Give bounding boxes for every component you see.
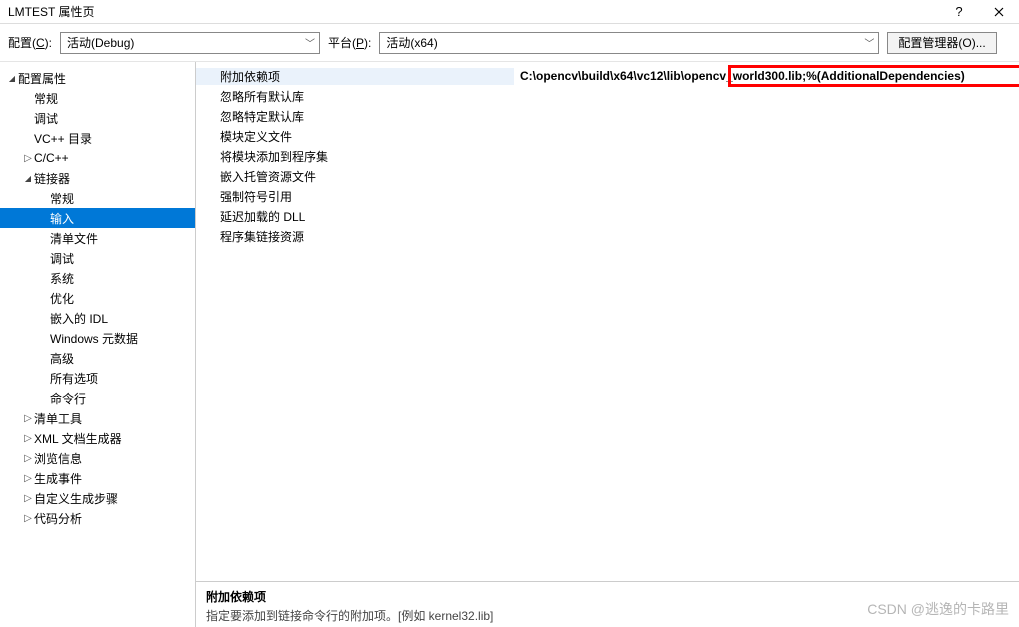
- property-row[interactable]: 忽略特定默认库: [196, 106, 1019, 126]
- config-combo[interactable]: 活动(Debug) ﹀: [60, 32, 320, 54]
- chevron-down-icon: ﹀: [860, 35, 874, 50]
- window-controls: ?: [939, 1, 1019, 23]
- property-grid: 附加依赖项C:\opencv\build\x64\vc12\lib\opencv…: [196, 62, 1019, 581]
- tree-item-label: 链接器: [34, 170, 70, 187]
- close-icon: [994, 7, 1004, 17]
- tree-item[interactable]: ▷自定义生成步骤: [0, 488, 195, 508]
- expand-closed-icon[interactable]: ▷: [22, 153, 34, 164]
- tree-item-label: 清单文件: [50, 230, 98, 247]
- property-label: 忽略特定默认库: [196, 108, 514, 125]
- property-row[interactable]: 附加依赖项C:\opencv\build\x64\vc12\lib\opencv…: [196, 66, 1019, 86]
- tree-item[interactable]: Windows 元数据: [0, 328, 195, 348]
- config-manager-button[interactable]: 配置管理器(O)...: [887, 32, 996, 54]
- config-value: 活动(Debug): [67, 34, 134, 51]
- tree-item[interactable]: 调试: [0, 108, 195, 128]
- tree-item[interactable]: ▷清单工具: [0, 408, 195, 428]
- tree-item[interactable]: 高级: [0, 348, 195, 368]
- tree-item[interactable]: 输入: [0, 208, 195, 228]
- tree-item-label: 输入: [50, 210, 74, 227]
- main-content: ◢配置属性常规调试VC++ 目录▷C/C++◢链接器常规输入清单文件调试系统优化…: [0, 62, 1019, 627]
- tree-item-label: 调试: [34, 110, 58, 127]
- tree-item[interactable]: 命令行: [0, 388, 195, 408]
- property-value[interactable]: C:\opencv\build\x64\vc12\lib\opencv_worl…: [514, 69, 1019, 83]
- expand-open-icon[interactable]: ◢: [6, 74, 18, 83]
- expand-closed-icon[interactable]: ▷: [22, 453, 34, 464]
- window-title: LMTEST 属性页: [8, 3, 94, 20]
- chevron-down-icon: ﹀: [301, 35, 315, 50]
- tree-item-label: 清单工具: [34, 410, 82, 427]
- help-button[interactable]: ?: [939, 1, 979, 23]
- property-row[interactable]: 将模块添加到程序集: [196, 146, 1019, 166]
- tree-item[interactable]: 系统: [0, 268, 195, 288]
- config-label: 配置(C):: [8, 34, 52, 51]
- expand-closed-icon[interactable]: ▷: [22, 413, 34, 424]
- expand-closed-icon[interactable]: ▷: [22, 513, 34, 524]
- tree-item[interactable]: 常规: [0, 88, 195, 108]
- tree-item[interactable]: 清单文件: [0, 228, 195, 248]
- tree-item-label: 所有选项: [50, 370, 98, 387]
- tree-item[interactable]: ▷浏览信息: [0, 448, 195, 468]
- tree-item[interactable]: ▷C/C++: [0, 148, 195, 168]
- property-label: 强制符号引用: [196, 188, 514, 205]
- tree-item-label: 浏览信息: [34, 450, 82, 467]
- tree-item-label: Windows 元数据: [50, 330, 138, 347]
- property-pane: 附加依赖项C:\opencv\build\x64\vc12\lib\opencv…: [196, 62, 1019, 627]
- property-row[interactable]: 忽略所有默认库: [196, 86, 1019, 106]
- tree-item-label: XML 文档生成器: [34, 430, 122, 447]
- tree-item[interactable]: ◢配置属性: [0, 68, 195, 88]
- tree-item[interactable]: 常规: [0, 188, 195, 208]
- tree-item-label: 配置属性: [18, 70, 66, 87]
- expand-closed-icon[interactable]: ▷: [22, 433, 34, 444]
- tree-item-label: C/C++: [34, 151, 69, 165]
- titlebar: LMTEST 属性页 ?: [0, 0, 1019, 24]
- toolbar: 配置(C): 活动(Debug) ﹀ 平台(P): 活动(x64) ﹀ 配置管理…: [0, 24, 1019, 62]
- property-label: 嵌入托管资源文件: [196, 168, 514, 185]
- property-label: 延迟加载的 DLL: [196, 208, 514, 225]
- tree-item[interactable]: 所有选项: [0, 368, 195, 388]
- tree-item[interactable]: ▷XML 文档生成器: [0, 428, 195, 448]
- tree-item[interactable]: ◢链接器: [0, 168, 195, 188]
- tree-pane: ◢配置属性常规调试VC++ 目录▷C/C++◢链接器常规输入清单文件调试系统优化…: [0, 62, 196, 627]
- tree-item-label: 高级: [50, 350, 74, 367]
- property-row[interactable]: 程序集链接资源: [196, 226, 1019, 246]
- tree-item[interactable]: 调试: [0, 248, 195, 268]
- property-label: 忽略所有默认库: [196, 88, 514, 105]
- expand-closed-icon[interactable]: ▷: [22, 473, 34, 484]
- tree-item[interactable]: ▷生成事件: [0, 468, 195, 488]
- tree-item-label: 常规: [50, 190, 74, 207]
- tree-item[interactable]: 嵌入的 IDL: [0, 308, 195, 328]
- tree-item-label: 代码分析: [34, 510, 82, 527]
- property-row[interactable]: 嵌入托管资源文件: [196, 166, 1019, 186]
- property-row[interactable]: 延迟加载的 DLL: [196, 206, 1019, 226]
- property-row[interactable]: 强制符号引用: [196, 186, 1019, 206]
- expand-closed-icon[interactable]: ▷: [22, 493, 34, 504]
- property-label: 模块定义文件: [196, 128, 514, 145]
- tree-item[interactable]: ▷代码分析: [0, 508, 195, 528]
- tree-item-label: 生成事件: [34, 470, 82, 487]
- property-row[interactable]: 模块定义文件: [196, 126, 1019, 146]
- config-tree: ◢配置属性常规调试VC++ 目录▷C/C++◢链接器常规输入清单文件调试系统优化…: [0, 68, 195, 528]
- property-label: 将模块添加到程序集: [196, 148, 514, 165]
- tree-item-label: 优化: [50, 290, 74, 307]
- tree-item-label: 命令行: [50, 390, 86, 407]
- close-button[interactable]: [979, 1, 1019, 23]
- tree-item-label: VC++ 目录: [34, 130, 92, 147]
- description-text: 指定要添加到链接命令行的附加项。[例如 kernel32.lib]: [206, 607, 1009, 624]
- property-label: 附加依赖项: [196, 68, 514, 85]
- property-label: 程序集链接资源: [196, 228, 514, 245]
- platform-value: 活动(x64): [386, 34, 437, 51]
- tree-item-label: 调试: [50, 250, 74, 267]
- tree-item[interactable]: VC++ 目录: [0, 128, 195, 148]
- platform-label: 平台(P):: [328, 34, 371, 51]
- tree-item[interactable]: 优化: [0, 288, 195, 308]
- tree-item-label: 常规: [34, 90, 58, 107]
- tree-item-label: 嵌入的 IDL: [50, 310, 108, 327]
- expand-open-icon[interactable]: ◢: [22, 174, 34, 183]
- description-title: 附加依赖项: [206, 588, 1009, 605]
- description-pane: 附加依赖项 指定要添加到链接命令行的附加项。[例如 kernel32.lib]: [196, 581, 1019, 627]
- tree-item-label: 系统: [50, 270, 74, 287]
- tree-item-label: 自定义生成步骤: [34, 490, 118, 507]
- platform-combo[interactable]: 活动(x64) ﹀: [379, 32, 879, 54]
